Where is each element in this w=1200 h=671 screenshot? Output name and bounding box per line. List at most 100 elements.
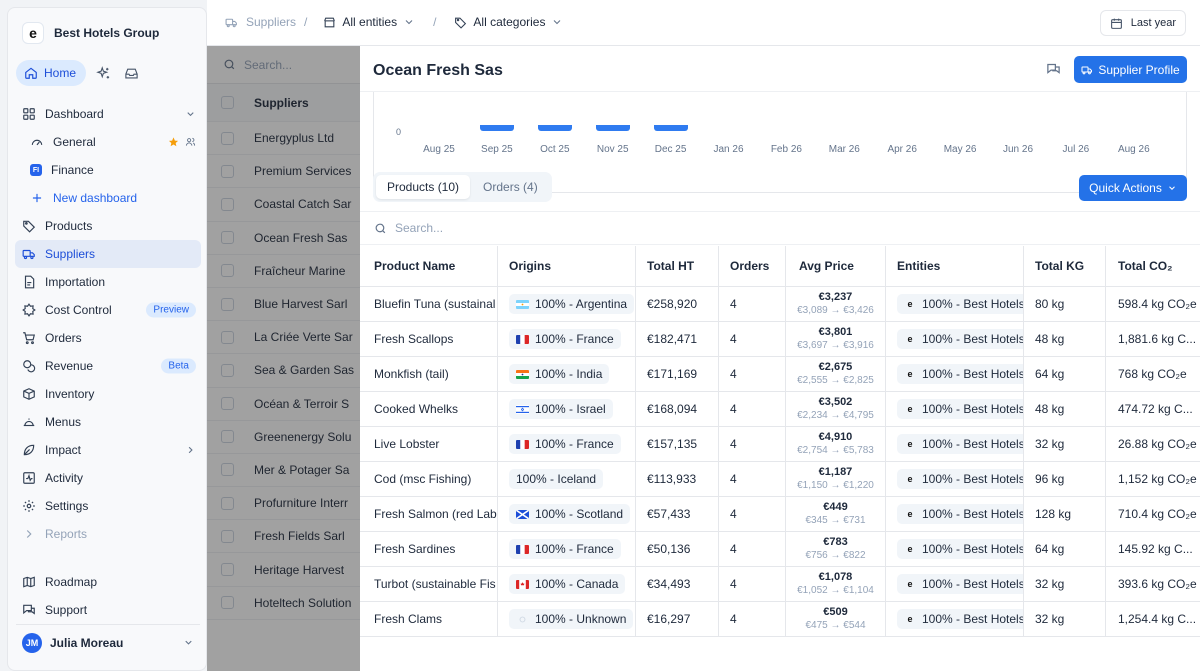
avg-price-stack: €3,801 €3,697 → €3,916: [797, 326, 874, 352]
avg-price-cell: €449 €345 → €731: [786, 497, 886, 531]
product-name-cell[interactable]: Turbot (sustainable Fis: [360, 567, 498, 601]
table-row[interactable]: Cooked Whelks 100% - Israel €168,094 4 €3,50…: [360, 392, 1200, 427]
product-name-cell[interactable]: Cod (msc Fishing): [360, 462, 498, 496]
sidebar-item-revenue[interactable]: Revenue Beta: [8, 352, 208, 380]
sparkles-button[interactable]: [92, 62, 114, 84]
products-search-input[interactable]: Search...: [360, 211, 1200, 245]
gauge-icon: [31, 139, 43, 146]
home-icon: [25, 67, 37, 79]
column-header-total-ht[interactable]: Total HT: [636, 246, 719, 286]
column-header-orders[interactable]: Orders: [719, 246, 786, 286]
total-kg-cell: 96 kg: [1024, 462, 1106, 496]
origin-cell: 100% - Canada: [498, 567, 636, 601]
x-tick-label: Feb 26: [770, 144, 802, 155]
period-selector[interactable]: Last year: [1099, 10, 1186, 36]
sidebar-item-inventory[interactable]: Inventory: [8, 380, 208, 408]
product-name-cell[interactable]: Monkfish (tail): [360, 357, 498, 391]
entity-label: 100% - Best Hotels: [922, 472, 1024, 486]
table-row[interactable]: Fresh Scallops 100% - France €182,471 4 €3,8…: [360, 322, 1200, 357]
avg-price-range: €2,234 → €4,795: [797, 410, 874, 421]
inbox-button[interactable]: [120, 62, 142, 84]
chevron-down-icon: [554, 20, 561, 25]
sidebar-item-cost-control[interactable]: Cost Control Preview: [8, 296, 208, 324]
column-header-total-co2[interactable]: Total CO₂: [1106, 246, 1200, 286]
sparkles-icon: [95, 65, 109, 78]
avg-price-cell: €1,078 €1,052 → €1,104: [786, 567, 886, 601]
tab-orders[interactable]: Orders (4): [472, 175, 549, 199]
table-row[interactable]: Fresh Salmon (red Lab 100% - Scotland €57,…: [360, 497, 1200, 532]
chart-bar: [537, 125, 572, 131]
star-icon[interactable]: [168, 137, 179, 148]
quick-actions-label: Quick Actions: [1089, 181, 1162, 195]
sidebar-item-support[interactable]: Support: [8, 596, 208, 624]
product-name-cell[interactable]: Fresh Salmon (red Lab: [360, 497, 498, 531]
entity-label: 100% - Best Hotels: [922, 402, 1024, 416]
origin-cell: 100% - Israel: [498, 392, 636, 426]
table-row[interactable]: Live Lobster 100% - France €157,135 4 €4,910…: [360, 427, 1200, 462]
avg-price-cell: €783 €756 → €822: [786, 532, 886, 566]
table-row[interactable]: Fresh Sardines 100% - France €50,136 4 €783 €…: [360, 532, 1200, 567]
product-name-cell[interactable]: Live Lobster: [360, 427, 498, 461]
total-co2-cell: 768 kg CO₂e: [1118, 367, 1187, 381]
quick-actions-button[interactable]: Quick Actions: [1079, 175, 1187, 201]
table-row[interactable]: Bluefin Tuna (sustainal 100% - Argentina €…: [360, 287, 1200, 322]
column-header-product-name[interactable]: Product Name: [360, 246, 498, 286]
origin-chip: 100% - Argentina: [509, 294, 635, 314]
home-button[interactable]: Home: [16, 60, 87, 86]
total-kg-cell: 80 kg: [1024, 287, 1106, 321]
modal-overlay[interactable]: [207, 46, 360, 671]
comments-icon[interactable]: [1046, 62, 1061, 77]
chevron-down-icon: [185, 640, 192, 645]
sidebar-item-new-dashboard[interactable]: New dashboard: [8, 184, 208, 212]
sidebar-item-label: Menus: [45, 415, 82, 429]
chart-bar: [653, 125, 688, 131]
table-row[interactable]: Fresh Clams 100% - Unknown €16,297 4 €509 €47…: [360, 602, 1200, 637]
product-name-cell[interactable]: Fresh Scallops: [360, 322, 498, 356]
sidebar-item-finance[interactable]: FI Finance: [8, 156, 208, 184]
sidebar-item-activity[interactable]: Activity: [8, 464, 208, 492]
origin-cell: 100% - France: [498, 427, 636, 461]
entities-filter[interactable]: All entities: [323, 15, 415, 29]
org-switcher[interactable]: e Best Hotels Group: [22, 22, 159, 44]
user-menu[interactable]: JM Julia Moreau: [16, 624, 200, 660]
beta-badge: Beta: [161, 358, 196, 374]
breadcrumb-suppliers[interactable]: Suppliers: [246, 15, 296, 29]
categories-filter[interactable]: All categories: [454, 15, 563, 29]
orders-cell: 4: [719, 602, 786, 636]
product-name-cell[interactable]: Bluefin Tuna (sustainal: [360, 287, 498, 321]
sidebar-item-roadmap[interactable]: Roadmap: [8, 568, 208, 596]
sidebar-item-orders[interactable]: Orders: [8, 324, 208, 352]
sidebar-item-settings[interactable]: Settings: [8, 492, 208, 520]
entity-logo: e: [907, 579, 913, 589]
origin-cell: 100% - Scotland: [498, 497, 636, 531]
sidebar: e Best Hotels Group Home Dashboard Gener…: [7, 7, 207, 671]
sidebar-item-suppliers[interactable]: Suppliers: [15, 240, 201, 268]
tab-products[interactable]: Products (10): [376, 175, 471, 199]
entity-cell: e 100% - Best Hotels: [886, 532, 1024, 566]
sidebar-item-dashboard[interactable]: Dashboard: [8, 100, 208, 128]
product-name-cell[interactable]: Fresh Sardines: [360, 532, 498, 566]
sidebar-item-reports[interactable]: Reports: [8, 520, 208, 548]
sidebar-item-products[interactable]: Products: [8, 212, 208, 240]
table-row[interactable]: Cod (msc Fishing) 100% - Iceland €113,933 4…: [360, 462, 1200, 497]
total-ht-cell: €168,094: [636, 392, 719, 426]
product-name-cell[interactable]: Fresh Clams: [360, 602, 498, 636]
column-header-origins[interactable]: Origins: [498, 246, 636, 286]
products-table: Product Name Origins Total HT Orders Avg…: [360, 246, 1200, 637]
column-header-entities[interactable]: Entities: [886, 246, 1024, 286]
sidebar-item-menus[interactable]: Menus: [8, 408, 208, 436]
sidebar-item-impact[interactable]: Impact: [8, 436, 208, 464]
product-name-cell[interactable]: Cooked Whelks: [360, 392, 498, 426]
sidebar-item-general[interactable]: General: [8, 128, 208, 156]
column-header-avg-price[interactable]: Avg Price: [786, 246, 886, 286]
supplier-profile-button[interactable]: Supplier Profile: [1074, 56, 1187, 83]
total-kg-cell: 32 kg: [1024, 602, 1106, 636]
table-row[interactable]: Monkfish (tail) 100% - India €171,169 4 €2,6…: [360, 357, 1200, 392]
entity-chip: e 100% - Best Hotels: [897, 329, 1023, 349]
flag-un-icon: [516, 614, 529, 624]
period-label: Last year: [1130, 17, 1176, 29]
column-header-total-kg[interactable]: Total KG: [1024, 246, 1106, 286]
table-row[interactable]: Turbot (sustainable Fis 100% - Canada €34,…: [360, 567, 1200, 602]
sidebar-item-importation[interactable]: Importation: [8, 268, 208, 296]
avg-price-value: €1,078: [818, 571, 853, 583]
